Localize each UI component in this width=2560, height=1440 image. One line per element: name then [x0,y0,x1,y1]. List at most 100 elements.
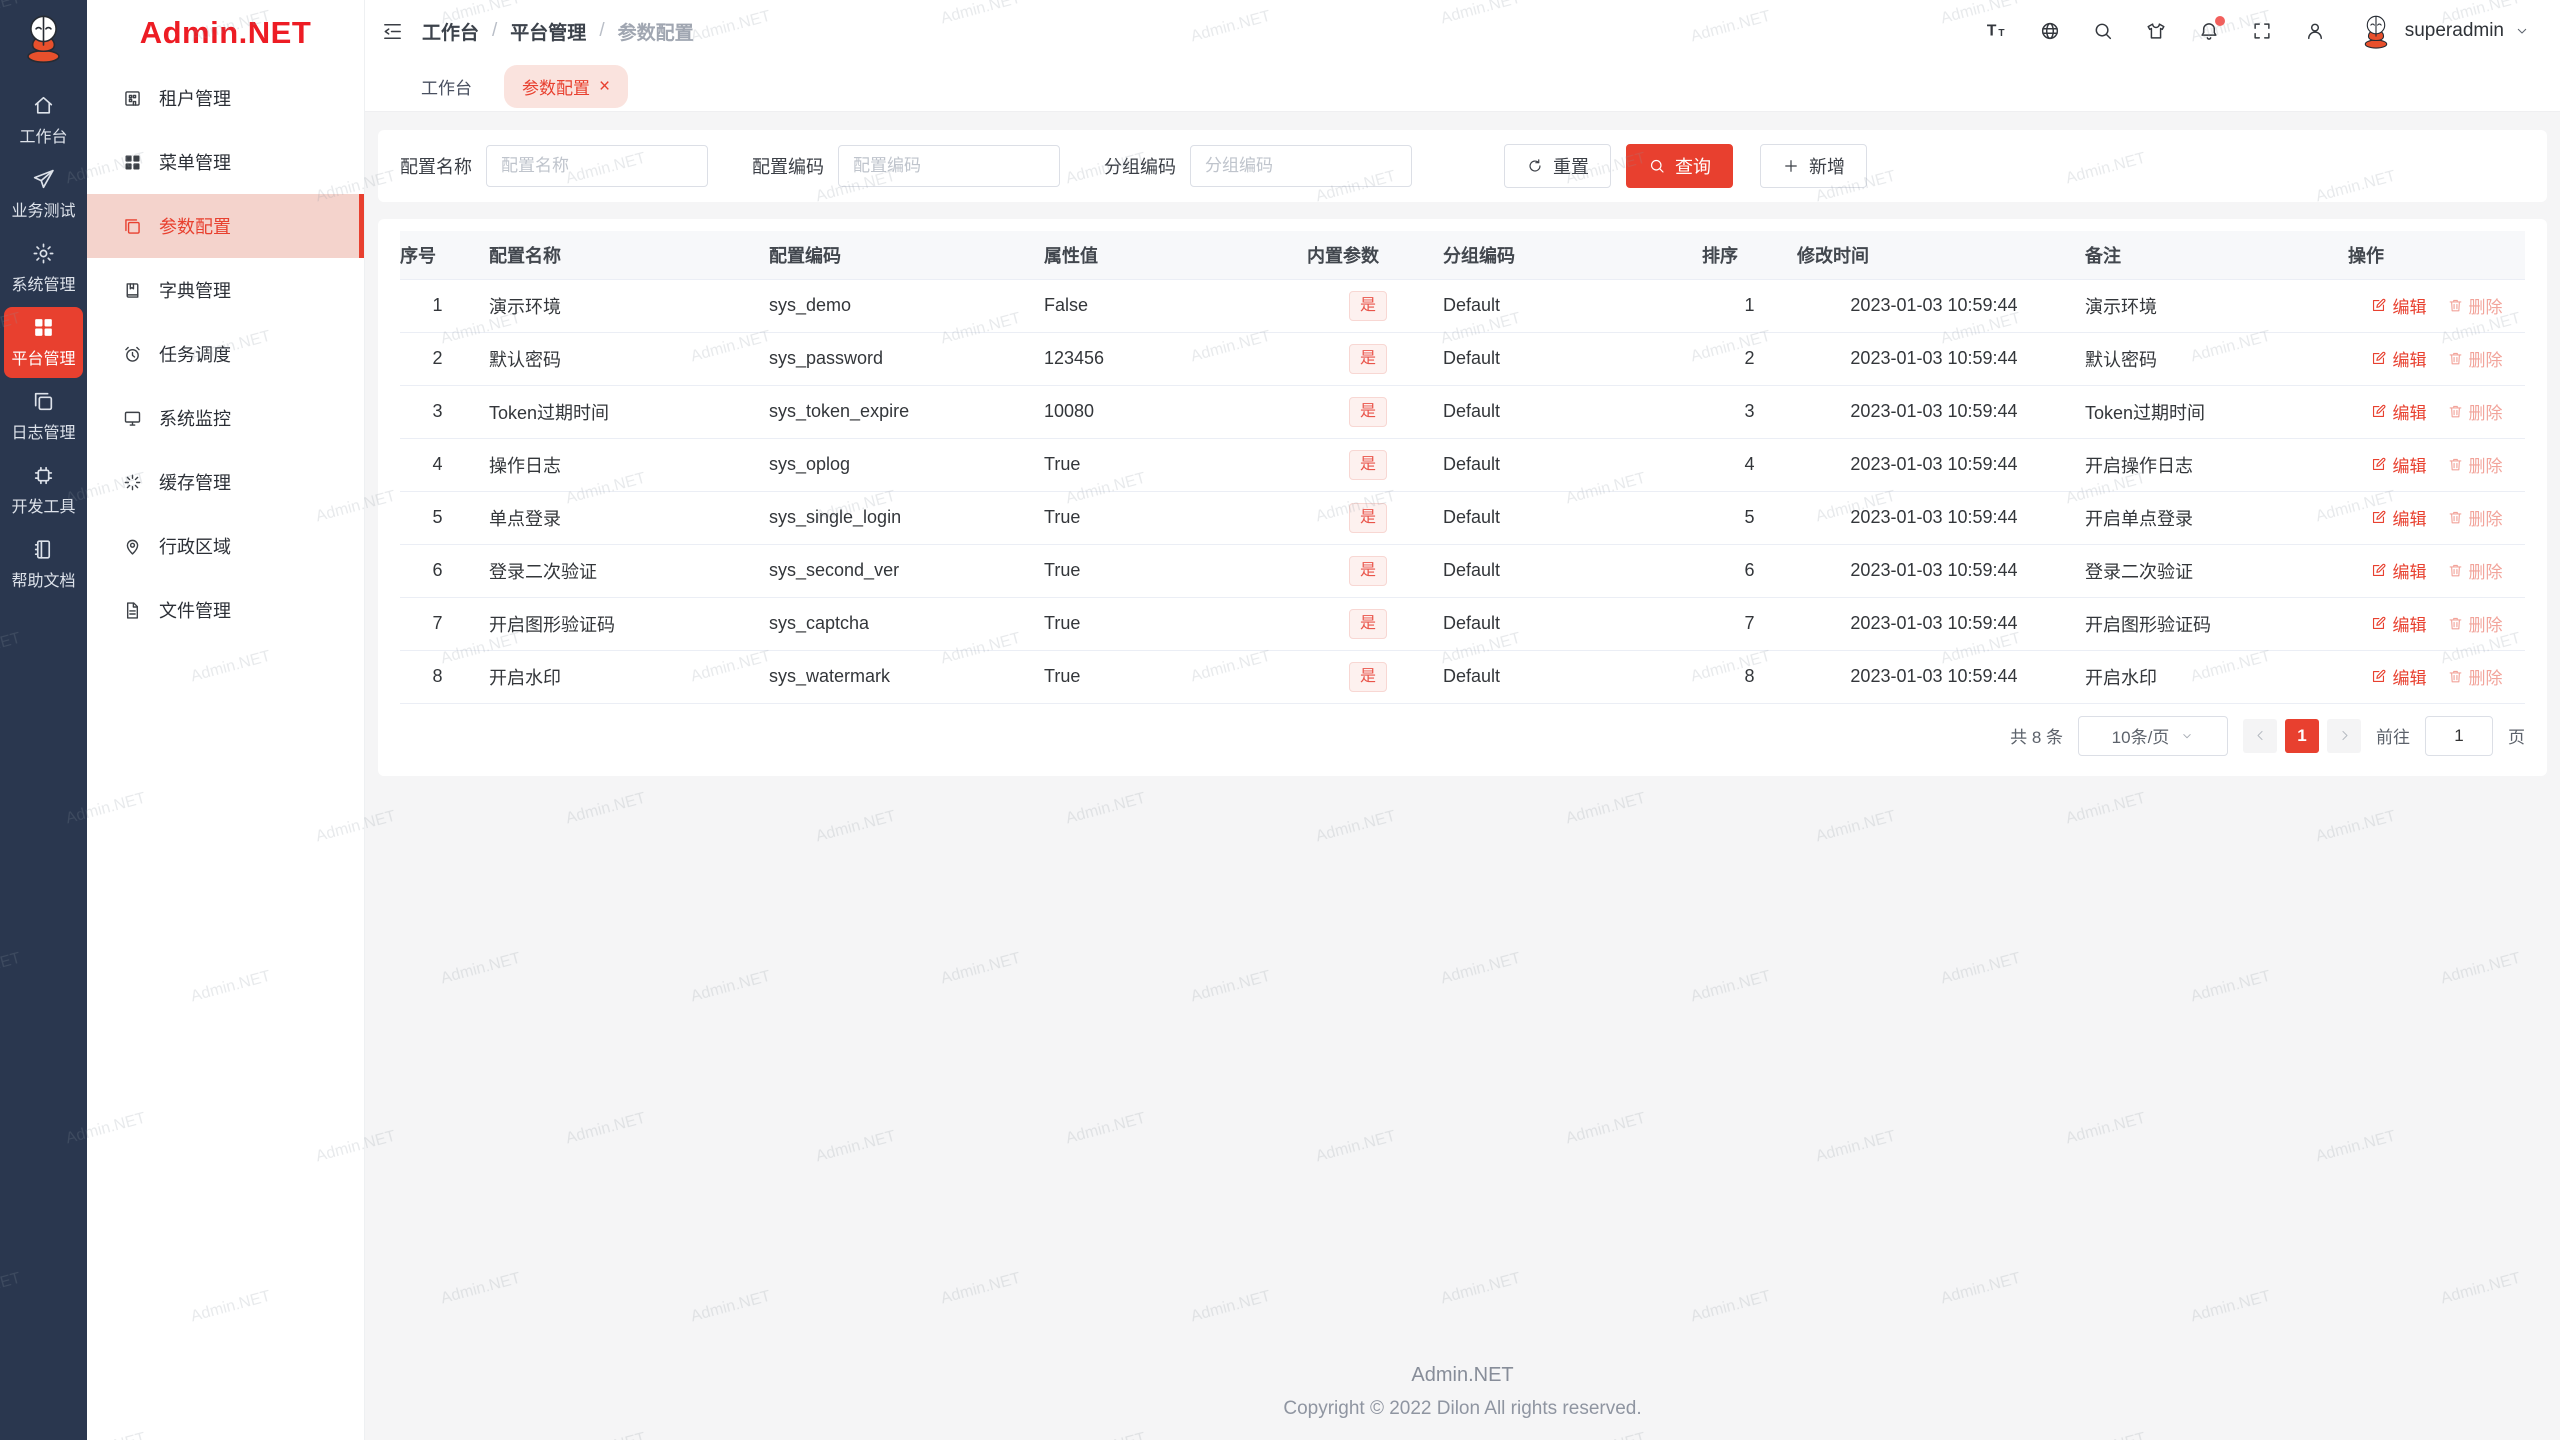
cell-time: 2023-01-03 10:59:44 [1797,279,2071,333]
current-page-button[interactable]: 1 [2285,718,2319,753]
trash-icon [2447,509,2464,526]
reset-button[interactable]: 重置 [1504,144,1611,188]
gear-icon [31,241,56,266]
header-action[interactable] [2039,20,2061,42]
search-input[interactable] [486,145,708,187]
cell-code: sys_captcha [755,597,1030,651]
cell-order: 4 [1702,438,1797,492]
header-action[interactable] [2198,16,2225,42]
user-menu[interactable]: superadmin [2357,12,2530,50]
rail-item[interactable]: 业务测试 [4,159,83,230]
delete-button[interactable]: 删除 [2447,399,2503,424]
search-field: 配置编码 [752,145,1060,187]
rail-item[interactable]: 帮助文档 [4,529,83,600]
rail-item[interactable]: 系统管理 [4,233,83,304]
cell-group: Default [1429,650,1702,704]
sidebar-item[interactable]: 字典管理 [87,258,364,322]
cell-group: Default [1429,491,1702,545]
edit-button[interactable]: 编辑 [2370,399,2426,424]
breadcrumb-item[interactable]: 工作台 [422,18,479,45]
tab[interactable]: 工作台 [403,65,490,108]
search-field-label: 配置名称 [400,157,472,177]
page-size-select[interactable]: 10条/页 [2078,715,2228,756]
goto-page-input[interactable] [2425,715,2493,756]
sidebar-item[interactable]: 文件管理 [87,578,364,642]
rail-item[interactable]: 日志管理 [4,381,83,452]
breadcrumb-separator: / [492,20,498,41]
header-action[interactable] [2092,20,2114,42]
user-icon [2304,20,2326,42]
rail-item[interactable]: 工作台 [4,85,83,156]
header-action[interactable] [2251,20,2273,42]
rail-item[interactable]: 开发工具 [4,455,83,526]
header-action[interactable] [2145,20,2167,42]
tenant-icon [122,88,143,109]
edit-button[interactable]: 编辑 [2370,558,2426,583]
builtin-tag: 是 [1348,396,1387,427]
edit-button[interactable]: 编辑 [2370,346,2426,371]
delete-button[interactable]: 删除 [2447,611,2503,636]
breadcrumb: / 工作台 / 平台管理 / 参数配置 [422,18,694,45]
header: / 工作台 / 平台管理 / 参数配置 [365,0,2560,62]
chevron-left-icon [2253,728,2268,743]
edit-button[interactable]: 编辑 [2370,611,2426,636]
sidebar-item[interactable]: 任务调度 [87,322,364,386]
table-row: 3 Token过期时间 sys_token_expire 10080 是 Def… [400,385,2525,439]
column-header: 修改时间 [1797,231,2071,280]
delete-button[interactable]: 删除 [2447,293,2503,318]
footer-title: Admin.NET [1411,1364,1514,1386]
rail-item[interactable]: 平台管理 [4,307,83,378]
edit-button[interactable]: 编辑 [2370,293,2426,318]
breadcrumb-item[interactable]: 平台管理 [510,18,586,45]
table-row: 7 开启图形验证码 sys_captcha True 是 Default 7 2… [400,597,2525,651]
chevron-down-icon [2514,23,2530,39]
content: 配置名称 配置编码 分组编码 [365,112,2560,1440]
sidebar-item[interactable]: 缓存管理 [87,450,364,514]
menu-fold-icon[interactable] [381,20,404,43]
edit-button[interactable]: 编辑 [2370,664,2426,689]
tab[interactable]: 参数配置 × [504,65,629,108]
edit-button[interactable]: 编辑 [2370,452,2426,477]
trash-icon [2447,615,2464,632]
builtin-tag: 是 [1348,661,1387,692]
header-action[interactable] [2304,20,2326,42]
breadcrumb-separator: / [599,20,605,41]
delete-button[interactable]: 删除 [2447,505,2503,530]
footer: Admin.NET Copyright © 2022 Dilon All rig… [378,1364,2547,1440]
query-button[interactable]: 查询 [1626,144,1733,188]
builtin-tag: 是 [1348,290,1387,321]
delete-button[interactable]: 删除 [2447,452,2503,477]
breadcrumb-item[interactable]: 参数配置 [618,18,694,45]
builtin-tag: 是 [1348,608,1387,639]
svg-text:T: T [1998,28,2005,39]
search-field: 配置名称 [400,145,708,187]
add-button-label: 新增 [1809,157,1845,177]
edit-button[interactable]: 编辑 [2370,505,2426,530]
sidebar-item[interactable]: 菜单管理 [87,130,364,194]
cell-code: sys_second_ver [755,544,1030,598]
sidebar-item[interactable]: 参数配置 [87,194,364,258]
close-icon[interactable]: × [599,77,610,96]
delete-button[interactable]: 删除 [2447,664,2503,689]
header-actions: TT superadmin [1986,12,2530,50]
search-input[interactable] [1190,145,1412,187]
sidebar-item[interactable]: 租户管理 [87,66,364,130]
sidebar-item[interactable]: 行政区域 [87,514,364,578]
cell-name: Token过期时间 [475,385,755,439]
rail-item-label: 系统管理 [11,277,76,294]
prev-page-button[interactable] [2243,718,2277,753]
add-button[interactable]: 新增 [1760,144,1867,188]
search-input[interactable] [838,145,1060,187]
app-logo[interactable] [16,0,71,82]
delete-button[interactable]: 删除 [2447,346,2503,371]
tab-label: 工作台 [421,79,472,98]
builtin-tag: 是 [1348,343,1387,374]
trash-icon [2447,562,2464,579]
delete-button[interactable]: 删除 [2447,558,2503,583]
next-page-button[interactable] [2327,718,2361,753]
builtin-tag: 是 [1348,449,1387,480]
search-field-label: 配置编码 [752,157,824,177]
cell-name: 单点登录 [475,491,755,545]
header-action[interactable]: TT [1986,20,2008,42]
sidebar-item[interactable]: 系统监控 [87,386,364,450]
